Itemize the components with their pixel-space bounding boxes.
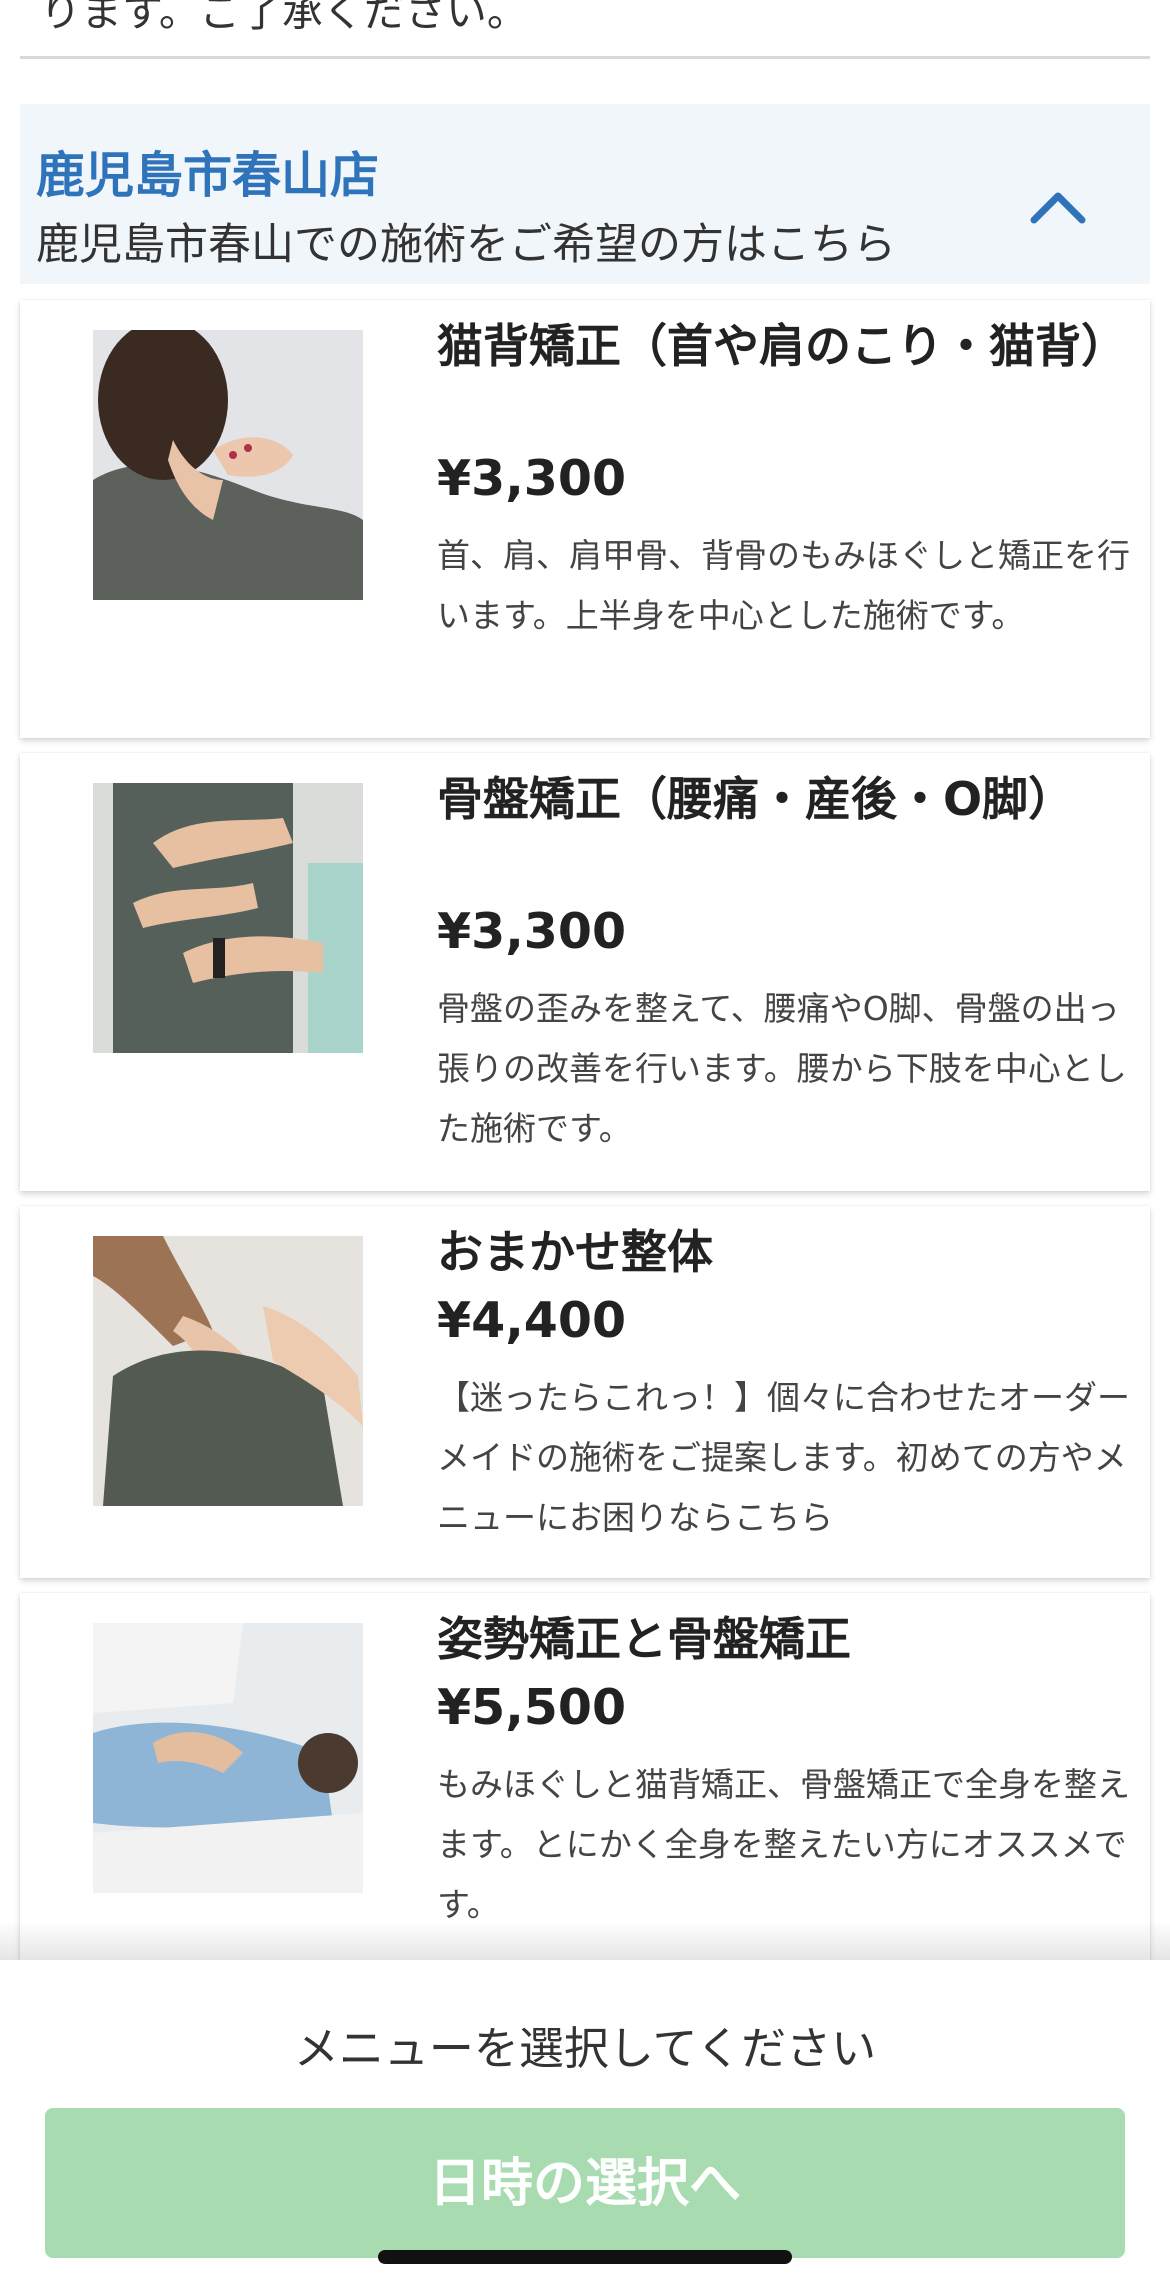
menu-card-kotsuban[interactable]: 骨盤矯正（腰痛・産後・O脚） ¥3,300 骨盤の歪みを整えて、腰痛やO脚、骨盤… bbox=[20, 753, 1150, 1191]
home-indicator[interactable] bbox=[378, 2250, 792, 2264]
menu-description: 【迷ったらこれっ！】個々に合わせたオーダーメイドの施術をご提案します。初めての方… bbox=[437, 1378, 1130, 1537]
top-notice-text: ります。ご了承ください。 bbox=[40, 0, 528, 36]
menu-title: おまかせ整体 bbox=[437, 1225, 713, 1279]
menu-description: 首、肩、肩甲骨、背骨のもみほぐしと矯正を行います。上半身を中心とした施術です。 bbox=[437, 536, 1130, 635]
top-notice: ります。ご了承ください。 bbox=[20, 0, 1150, 59]
menu-title: 姿勢矯正と骨盤矯正 bbox=[437, 1612, 851, 1666]
menu-image-back-care bbox=[93, 1236, 363, 1506]
store-section-header[interactable]: 鹿児島市春山店 鹿児島市春山での施術をご希望の方はこちら bbox=[20, 104, 1150, 284]
store-description: 鹿児島市春山での施術をご希望の方はこちら bbox=[36, 220, 896, 270]
menu-price: ¥3,300 bbox=[437, 450, 627, 507]
menu-image-full-body bbox=[93, 1623, 363, 1893]
menu-image-lower-back bbox=[93, 783, 363, 1053]
menu-price: ¥3,300 bbox=[437, 903, 627, 960]
menu-title: 猫背矯正（首や肩のこり・猫背） bbox=[437, 319, 1127, 373]
bottom-action-bar: メニューを選択してください 日時の選択へ bbox=[0, 1960, 1170, 2285]
menu-title: 骨盤矯正（腰痛・産後・O脚） bbox=[437, 772, 1075, 826]
store-name: 鹿児島市春山店 bbox=[36, 147, 380, 204]
menu-description: もみほぐしと猫背矯正、骨盤矯正で全身を整えます。とにかく全身を整えたい方にオスス… bbox=[437, 1765, 1130, 1924]
menu-image-neck-shoulder bbox=[93, 330, 363, 600]
menu-price: ¥4,400 bbox=[437, 1292, 627, 1349]
next-to-datetime-button[interactable]: 日時の選択へ bbox=[45, 2108, 1125, 2258]
menu-card-omakase[interactable]: おまかせ整体 ¥4,400 【迷ったらこれっ！】個々に合わせたオーダーメイドの施… bbox=[20, 1206, 1150, 1578]
menu-card-nekoze[interactable]: 猫背矯正（首や肩のこり・猫背） ¥3,300 首、肩、肩甲骨、背骨のもみほぐしと… bbox=[20, 300, 1150, 738]
menu-price: ¥5,500 bbox=[437, 1679, 627, 1736]
select-menu-prompt: メニューを選択してください bbox=[293, 2022, 877, 2075]
menu-description: 骨盤の歪みを整えて、腰痛やO脚、骨盤の出っ張りの改善を行います。腰から下肢を中心… bbox=[437, 989, 1127, 1148]
footer-shadow bbox=[0, 1920, 1170, 1960]
chevron-up-icon[interactable] bbox=[1028, 186, 1088, 226]
